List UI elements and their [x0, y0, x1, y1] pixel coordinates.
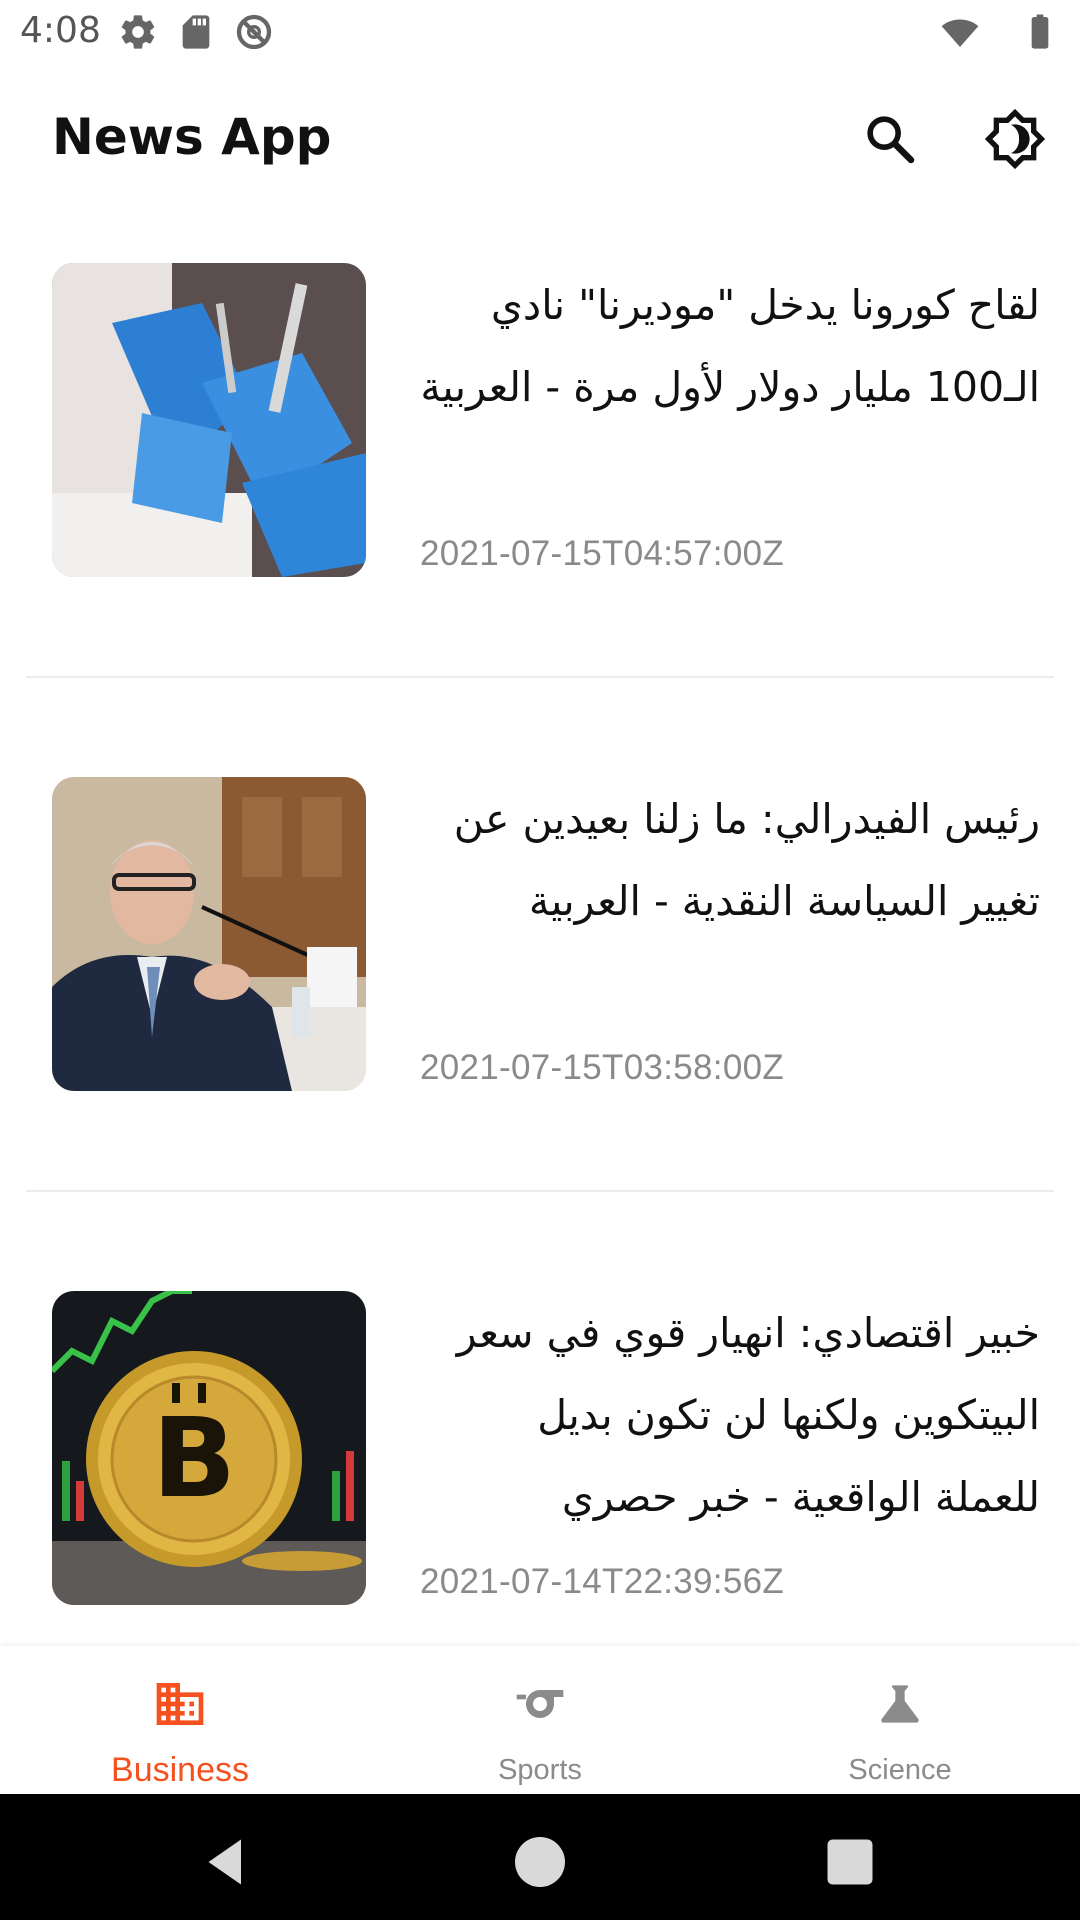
app-title: News App — [52, 108, 332, 166]
article-image — [52, 777, 366, 1091]
status-icons-right — [940, 12, 1060, 52]
article-image: B — [52, 1291, 366, 1605]
status-time: 4:08 — [20, 10, 101, 51]
flask-icon — [881, 1685, 919, 1723]
back-icon[interactable] — [196, 1832, 256, 1892]
nav-tab-business[interactable]: Business — [0, 1646, 360, 1794]
do-not-disturb-icon — [236, 14, 272, 50]
theme-toggle-button[interactable] — [980, 104, 1050, 174]
status-bar: 4:08 — [0, 0, 1080, 64]
divider — [26, 676, 1054, 678]
system-navigation-bar — [0, 1794, 1080, 1920]
app-bar: News App — [0, 64, 1080, 212]
nav-label: Business — [111, 1751, 249, 1789]
news-list-item[interactable]: B خبير اقتصادي: انهيار قوي في سعر البيتك… — [0, 1240, 1080, 1646]
news-list-item[interactable]: لقاح كورونا يدخل "موديرنا" نادي الـ100 م… — [0, 212, 1080, 726]
article-title: لقاح كورونا يدخل "موديرنا" نادي الـ100 م… — [420, 281, 1040, 411]
nav-tab-sports[interactable]: Sports — [360, 1646, 720, 1794]
home-icon[interactable] — [510, 1832, 570, 1892]
settings-icon — [121, 15, 155, 49]
article-date: 2021-07-15T03:58:00Z — [420, 1048, 785, 1087]
article-title: رئيس الفيدرالي: ما زلنا بعيدين عن تغيير … — [453, 795, 1040, 925]
article-date: 2021-07-15T04:57:00Z — [420, 534, 785, 573]
search-button[interactable] — [855, 104, 925, 174]
status-icons-left — [118, 12, 274, 52]
article-date: 2021-07-14T22:39:56Z — [420, 1562, 785, 1601]
divider — [26, 1190, 1054, 1192]
nav-tab-science[interactable]: Science — [720, 1646, 1080, 1794]
business-icon — [156, 1683, 204, 1725]
wifi-icon — [941, 19, 979, 47]
bottom-navigation: Business Sports Science — [0, 1646, 1080, 1794]
recents-icon[interactable] — [820, 1832, 880, 1892]
nav-label: Science — [848, 1754, 952, 1786]
brightness-icon — [984, 108, 1046, 170]
sd-card-icon — [182, 15, 210, 49]
news-list-item[interactable]: رئيس الفيدرالي: ما زلنا بعيدين عن تغيير … — [0, 726, 1080, 1240]
article-title: خبير اقتصادي: انهيار قوي في سعر البيتكوي… — [456, 1309, 1040, 1521]
article-image — [52, 263, 366, 577]
battery-icon — [1031, 14, 1049, 49]
svg-text:B: B — [152, 1394, 236, 1522]
news-list[interactable]: لقاح كورونا يدخل "موديرنا" نادي الـ100 م… — [0, 212, 1080, 1646]
nav-label: Sports — [498, 1754, 582, 1786]
whistle-icon — [516, 1690, 564, 1718]
search-icon — [867, 116, 915, 164]
